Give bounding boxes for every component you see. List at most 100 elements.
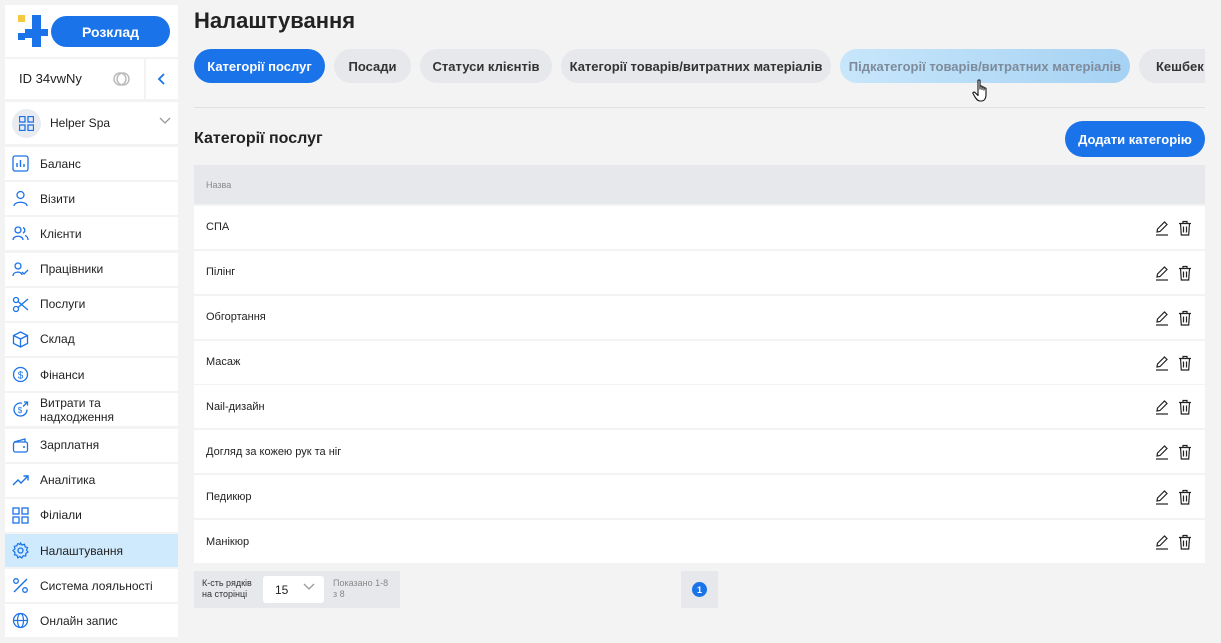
delete-icon[interactable] bbox=[1178, 399, 1192, 416]
table-row: Догляд за кожею рук та ніг bbox=[194, 430, 1205, 474]
rows-per-page-select[interactable]: 15 bbox=[263, 576, 324, 603]
sidebar-item-warehouse[interactable]: Склад bbox=[5, 322, 178, 356]
table-row: Пілінг bbox=[194, 250, 1205, 294]
shown-count: Показано 1-8 з 8 bbox=[333, 578, 397, 600]
branch-selector[interactable]: Helper Spa bbox=[5, 102, 178, 144]
tab-service-categories[interactable]: Категорії послуг bbox=[194, 49, 325, 83]
rows-per-page-label: К-сть рядків на сторінці bbox=[202, 578, 252, 600]
sidebar-header: Розклад bbox=[5, 5, 178, 57]
users-icon bbox=[12, 226, 29, 241]
sidebar-item-salary[interactable]: Зарплатня bbox=[5, 428, 178, 462]
sidebar-item-employees[interactable]: Працівники bbox=[5, 252, 178, 286]
sidebar-item-label: Філіали bbox=[40, 508, 82, 523]
sidebar-item-online-booking[interactable]: Онлайн запис bbox=[5, 604, 178, 638]
row-name: СПА bbox=[206, 221, 230, 234]
page-button-current[interactable]: 1 bbox=[692, 582, 707, 597]
tab-product-subcategories[interactable]: Підкатегорії товарів/витратних матеріалі… bbox=[840, 49, 1130, 83]
delete-icon[interactable] bbox=[1178, 534, 1192, 550]
edit-icon[interactable] bbox=[1155, 220, 1169, 236]
sidebar-item-label: Зарплатня bbox=[40, 438, 100, 452]
sidebar-item-loyalty[interactable]: Система лояльності bbox=[5, 569, 178, 603]
sidebar-item-analytics[interactable]: Аналітика bbox=[5, 463, 178, 497]
edit-icon[interactable] bbox=[1155, 444, 1169, 460]
row-name: Педикюр bbox=[206, 490, 252, 503]
edit-icon[interactable] bbox=[1155, 310, 1169, 326]
sidebar-menu: Баланс Візити Клієнти Працівники Послуги… bbox=[5, 147, 178, 640]
globe-icon bbox=[12, 613, 29, 629]
sidebar-item-finance[interactable]: $ Фінанси bbox=[5, 358, 178, 392]
grid-icon bbox=[19, 116, 34, 131]
edit-icon[interactable] bbox=[1155, 355, 1169, 371]
delete-icon[interactable] bbox=[1178, 355, 1192, 371]
sidebar-item-label: Система лояльності bbox=[40, 578, 153, 593]
sidebar-item-clients[interactable]: Клієнти bbox=[5, 217, 178, 251]
tab-cashback[interactable]: Кешбек bbox=[1139, 49, 1205, 83]
sidebar-item-label: Аналітика bbox=[40, 473, 96, 488]
table-row: СПА bbox=[194, 205, 1205, 249]
app-logo-icon bbox=[18, 15, 48, 47]
delete-icon[interactable] bbox=[1178, 489, 1192, 505]
branch-avatar bbox=[12, 109, 41, 138]
schedule-button[interactable]: Розклад bbox=[51, 16, 170, 47]
gear-icon bbox=[12, 542, 29, 559]
scissors-icon bbox=[12, 296, 29, 312]
sidebar-item-visits[interactable]: Візити bbox=[5, 182, 178, 216]
sidebar-item-expenses-income[interactable]: $ Витрати та надходження bbox=[5, 393, 178, 427]
table-row: Масаж bbox=[194, 340, 1205, 384]
table-row: Nail-дизайн bbox=[194, 385, 1205, 429]
delete-icon[interactable] bbox=[1178, 220, 1192, 236]
chart-bar-icon bbox=[12, 155, 29, 172]
shown-count-line: з 8 bbox=[333, 589, 345, 599]
sidebar-item-label: Візити bbox=[40, 191, 76, 206]
edit-icon[interactable] bbox=[1155, 489, 1169, 505]
row-name: Манікюр bbox=[206, 535, 250, 548]
tab-client-statuses[interactable]: Статуси клієнтів bbox=[420, 49, 552, 83]
account-id-panel: ID 34vwNy bbox=[5, 59, 144, 99]
sidebar-item-label: Фінанси bbox=[40, 367, 85, 382]
sidebar-item-branches[interactable]: Філіали bbox=[5, 498, 178, 532]
pagination: 1 bbox=[681, 571, 718, 608]
tab-positions[interactable]: Посади bbox=[334, 49, 411, 83]
pointer-cursor-icon bbox=[972, 79, 987, 102]
sidebar-item-label: Баланс bbox=[40, 156, 81, 171]
delete-icon[interactable] bbox=[1178, 310, 1192, 326]
box-icon bbox=[12, 331, 29, 348]
svg-text:$: $ bbox=[18, 371, 24, 382]
money-flow-icon: $ bbox=[13, 401, 29, 417]
divider bbox=[194, 107, 1205, 108]
sidebar-item-balance[interactable]: Баланс bbox=[5, 147, 178, 180]
row-name: Nail-дизайн bbox=[206, 400, 265, 413]
tab-product-categories[interactable]: Категорії товарів/витратних матеріалів bbox=[561, 49, 831, 83]
delete-icon[interactable] bbox=[1178, 444, 1192, 460]
row-name: Пілінг bbox=[206, 266, 236, 279]
settings-tabs: Категорії послуг Посади Статуси клієнтів… bbox=[194, 49, 1205, 83]
user-icon bbox=[13, 191, 28, 207]
sidebar-item-label: Склад bbox=[40, 332, 75, 347]
branch-name: Helper Spa bbox=[50, 116, 111, 130]
svg-text:$: $ bbox=[18, 406, 23, 415]
rows-per-page-label-line: К-сть рядків bbox=[202, 578, 252, 588]
rows-per-page-value: 15 bbox=[275, 583, 289, 597]
delete-icon[interactable] bbox=[1178, 265, 1192, 281]
table-row: Педикюр bbox=[194, 475, 1205, 519]
sidebar-item-label: Витрати та надходження bbox=[40, 395, 115, 424]
dollar-circle-icon: $ bbox=[12, 366, 29, 383]
rows-per-page-panel: К-сть рядків на сторінці 15 Показано 1-8… bbox=[194, 571, 400, 608]
sidebar-item-label: Налаштування bbox=[40, 543, 123, 558]
percent-icon bbox=[13, 578, 28, 594]
sidebar-item-settings[interactable]: Налаштування bbox=[5, 534, 178, 568]
sidebar-item-label: Працівники bbox=[40, 262, 104, 277]
account-id: ID 34vwNy bbox=[19, 71, 82, 86]
edit-icon[interactable] bbox=[1155, 534, 1169, 550]
grid-icon bbox=[12, 507, 29, 524]
copy-icon[interactable] bbox=[113, 70, 131, 88]
sidebar: Розклад ID 34vwNy Helper Spa Баланс Візи… bbox=[0, 0, 178, 643]
add-category-button[interactable]: Додати категорію bbox=[1065, 121, 1205, 157]
chevron-down-icon bbox=[303, 583, 315, 590]
row-name: Догляд за кожею рук та ніг bbox=[206, 445, 342, 458]
edit-icon[interactable] bbox=[1155, 399, 1169, 416]
edit-icon[interactable] bbox=[1155, 265, 1169, 281]
sidebar-item-services[interactable]: Послуги bbox=[5, 287, 178, 321]
collapse-sidebar-button[interactable] bbox=[146, 59, 178, 99]
sidebar-item-label: Клієнти bbox=[40, 226, 82, 241]
